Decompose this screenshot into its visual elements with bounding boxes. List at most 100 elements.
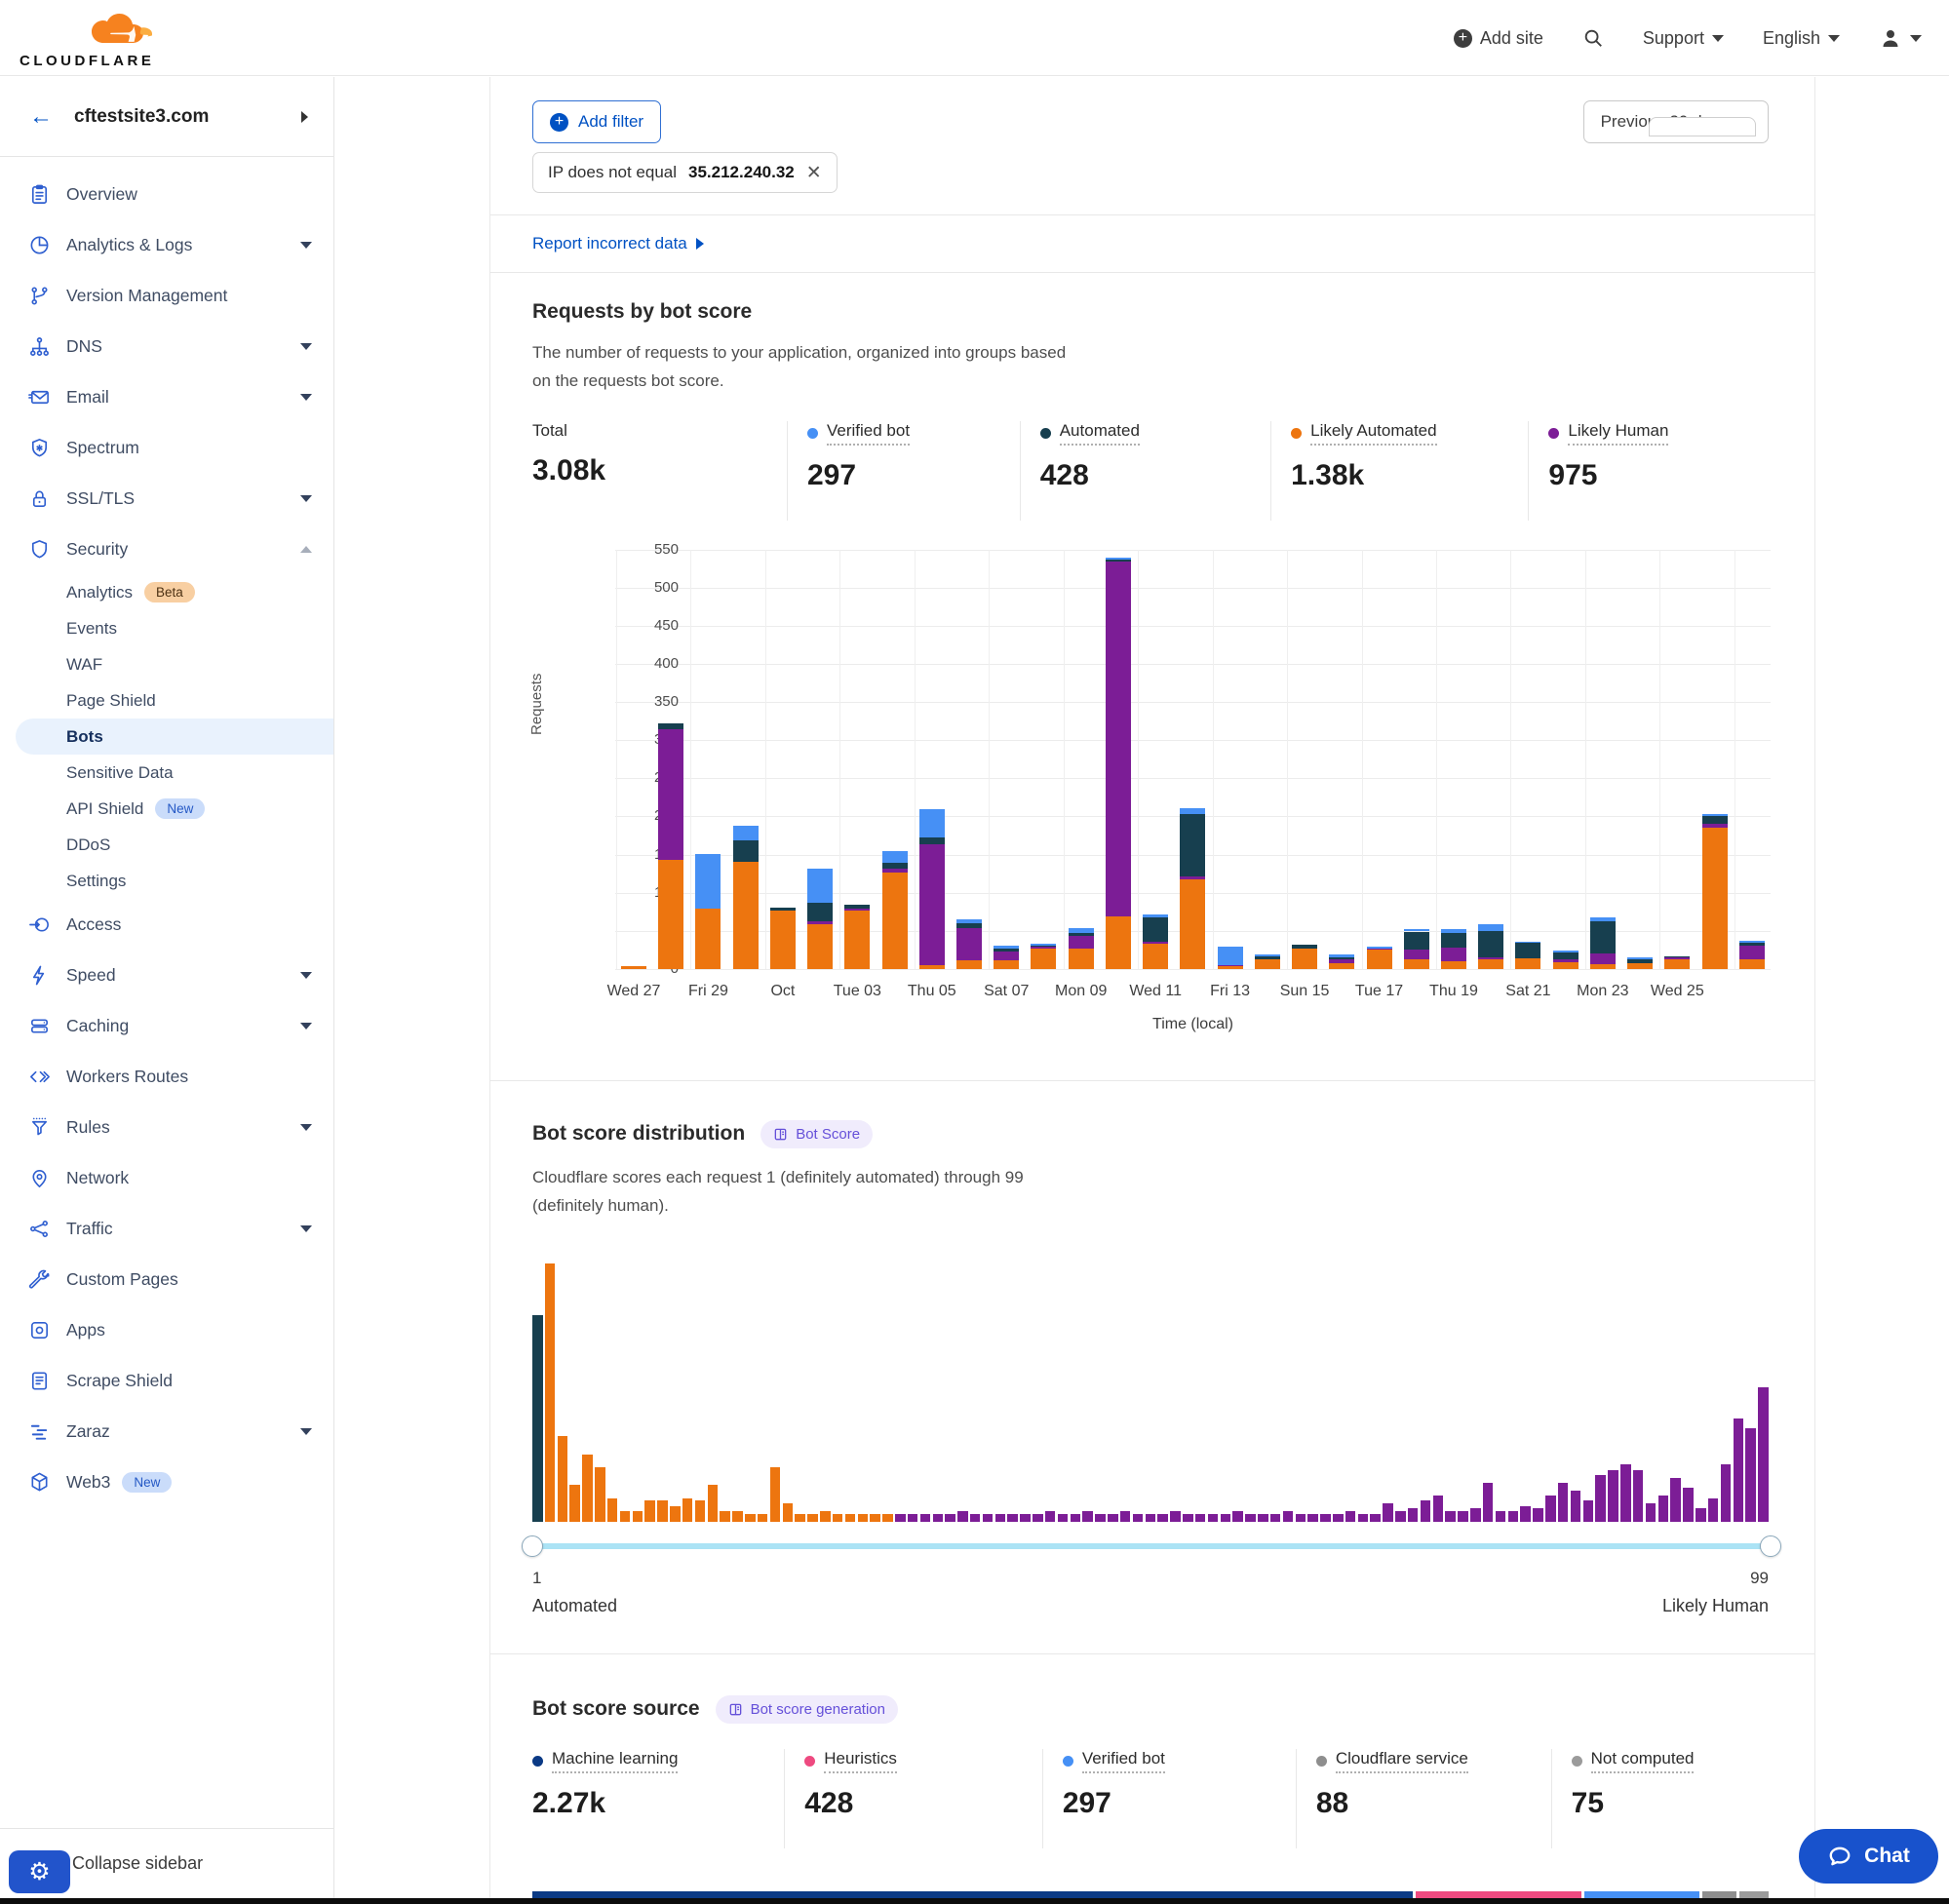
sidebar-subitem-sensitive-data[interactable]: Sensitive Data [0, 755, 333, 791]
site-switcher-chevron-icon[interactable] [301, 111, 308, 123]
stacked-bar-segment [770, 911, 796, 968]
sidebar-item-web3[interactable]: Web3New [0, 1457, 333, 1507]
sidebar-item-overview[interactable]: Overview [0, 169, 333, 219]
histogram-bar [870, 1514, 880, 1522]
stacked-bar-segment [1106, 916, 1131, 969]
stacked-bar-segment [807, 921, 833, 923]
sidebar-item-rules[interactable]: Rules [0, 1102, 333, 1152]
collapse-sidebar-label[interactable]: Collapse sidebar [72, 1853, 203, 1874]
sidebar-subitem-settings[interactable]: Settings [0, 863, 333, 899]
stacked-bar-segment [1069, 936, 1094, 949]
y-tick-label: 400 [620, 655, 679, 672]
gridline [615, 740, 1771, 741]
stat-label[interactable]: Machine learning [552, 1749, 678, 1773]
stacked-bar-segment [882, 869, 908, 872]
report-incorrect-data-link[interactable]: Report incorrect data [532, 234, 704, 253]
stat-label[interactable]: Automated [1060, 421, 1140, 446]
histogram-bar [1433, 1496, 1444, 1522]
stacked-bar-segment [1590, 921, 1616, 953]
stat-label[interactable]: Verified bot [827, 421, 910, 446]
sidebar-item-version-management[interactable]: Version Management [0, 270, 333, 321]
sidebar-subitem-waf[interactable]: WAF [0, 646, 333, 682]
histogram-bar [595, 1467, 605, 1522]
add-filter-button[interactable]: + Add filter [532, 100, 661, 143]
sidebar-subitem-analytics[interactable]: AnalyticsBeta [0, 574, 333, 610]
sidebar-item-network[interactable]: Network [0, 1152, 333, 1203]
histogram-bar [1283, 1511, 1294, 1522]
histogram-bar [920, 1514, 931, 1522]
settings-gear-button[interactable]: ⚙ [9, 1850, 70, 1893]
stacked-bar-segment [1255, 959, 1280, 969]
sidebar-item-dns[interactable]: DNS [0, 321, 333, 371]
stat-label[interactable]: Not computed [1591, 1749, 1695, 1773]
stat-label[interactable]: Heuristics [824, 1749, 897, 1773]
section-description: The number of requests to your applicati… [532, 339, 1078, 396]
next-section-button-stub[interactable] [1649, 117, 1756, 136]
stacked-bar-segment [733, 862, 759, 968]
sidebar-item-apps[interactable]: Apps [0, 1304, 333, 1355]
bot-score-badge[interactable]: Bot Score [760, 1120, 873, 1148]
sidebar-item-ssl-tls[interactable]: SSL/TLS [0, 473, 333, 524]
stat-label[interactable]: Likely Human [1568, 421, 1668, 446]
language-menu[interactable]: English [1763, 28, 1840, 49]
histogram-bar [1307, 1514, 1318, 1522]
apps-icon [27, 1318, 51, 1341]
stacked-bar-segment [1329, 957, 1354, 959]
sidebar-subitem-ddos[interactable]: DDoS [0, 827, 333, 863]
stat-label[interactable]: Cloudflare service [1336, 1749, 1468, 1773]
sidebar-item-caching[interactable]: Caching [0, 1000, 333, 1051]
chevron-down-icon [300, 1428, 312, 1435]
sidebar-item-traffic[interactable]: Traffic [0, 1203, 333, 1254]
stacked-bar-segment [1739, 959, 1765, 969]
stacked-bar-segment [807, 924, 833, 969]
sidebar-subitem-label: Bots [66, 727, 103, 747]
stacked-bar-segment [1553, 959, 1579, 962]
stat-label[interactable]: Likely Automated [1310, 421, 1436, 446]
sidebar-item-custom-pages[interactable]: Custom Pages [0, 1254, 333, 1304]
y-tick-label: 450 [620, 617, 679, 634]
x-tick-label: Tue 17 [1341, 983, 1419, 1000]
stat-label[interactable]: Verified bot [1082, 1749, 1165, 1773]
sidebar-item-analytics-logs[interactable]: Analytics & Logs [0, 219, 333, 270]
histogram-bar [708, 1485, 719, 1521]
histogram-bar [545, 1263, 556, 1522]
sidebar-subitem-events[interactable]: Events [0, 610, 333, 646]
support-menu[interactable]: Support [1643, 28, 1724, 49]
chat-button[interactable]: Chat [1799, 1829, 1938, 1884]
stacked-bar-segment [1329, 959, 1354, 963]
slider-track[interactable] [532, 1543, 1771, 1549]
filter-chip[interactable]: IP does not equal 35.212.240.32 ✕ [532, 152, 838, 193]
stacked-bar-segment [1367, 947, 1392, 949]
sidebar-item-workers-routes[interactable]: Workers Routes [0, 1051, 333, 1102]
sidebar-subitem-page-shield[interactable]: Page Shield [0, 682, 333, 719]
back-arrow-icon[interactable]: ← [29, 103, 53, 131]
sidebar-item-speed[interactable]: Speed [0, 950, 333, 1000]
cloudflare-logo[interactable]: CLOUDFLARE [19, 8, 166, 70]
slider-handle-min[interactable] [522, 1535, 543, 1557]
sidebar-item-zaraz[interactable]: Zaraz [0, 1406, 333, 1457]
sidebar-item-email[interactable]: Email [0, 371, 333, 422]
account-menu[interactable] [1879, 26, 1922, 50]
sidebar-item-security[interactable]: Security [0, 524, 333, 574]
add-site-button[interactable]: + Add site [1454, 28, 1543, 49]
gear-icon: ⚙ [28, 1857, 50, 1886]
stacked-bar-segment [1218, 947, 1243, 965]
padlock-icon [27, 486, 51, 510]
x-tick-label: Sat 21 [1489, 983, 1567, 1000]
remove-filter-icon[interactable]: ✕ [806, 164, 822, 182]
sidebar-item-access[interactable]: Access [0, 899, 333, 950]
sidebar-subitem-bots[interactable]: Bots [16, 719, 333, 755]
bot-score-generation-badge[interactable]: Bot score generation [716, 1695, 898, 1724]
stacked-bar-segment [1404, 959, 1429, 969]
slider-handle-max[interactable] [1760, 1535, 1781, 1557]
stacked-bar-segment [1367, 950, 1392, 969]
sidebar-subitem-api-shield[interactable]: API ShieldNew [0, 791, 333, 827]
search-button[interactable] [1582, 27, 1604, 49]
sidebar-nav: Overview Analytics & LogsVersion Manageme… [0, 169, 333, 1507]
sidebar-item-spectrum[interactable]: Spectrum [0, 422, 333, 473]
stacked-bar-segment [919, 809, 945, 836]
legend-dot-icon [1548, 428, 1559, 439]
sidebar-item-scrape-shield[interactable]: Scrape Shield [0, 1355, 333, 1406]
sidebar-item-label: Overview [66, 184, 137, 205]
plus-icon: + [1454, 29, 1472, 48]
